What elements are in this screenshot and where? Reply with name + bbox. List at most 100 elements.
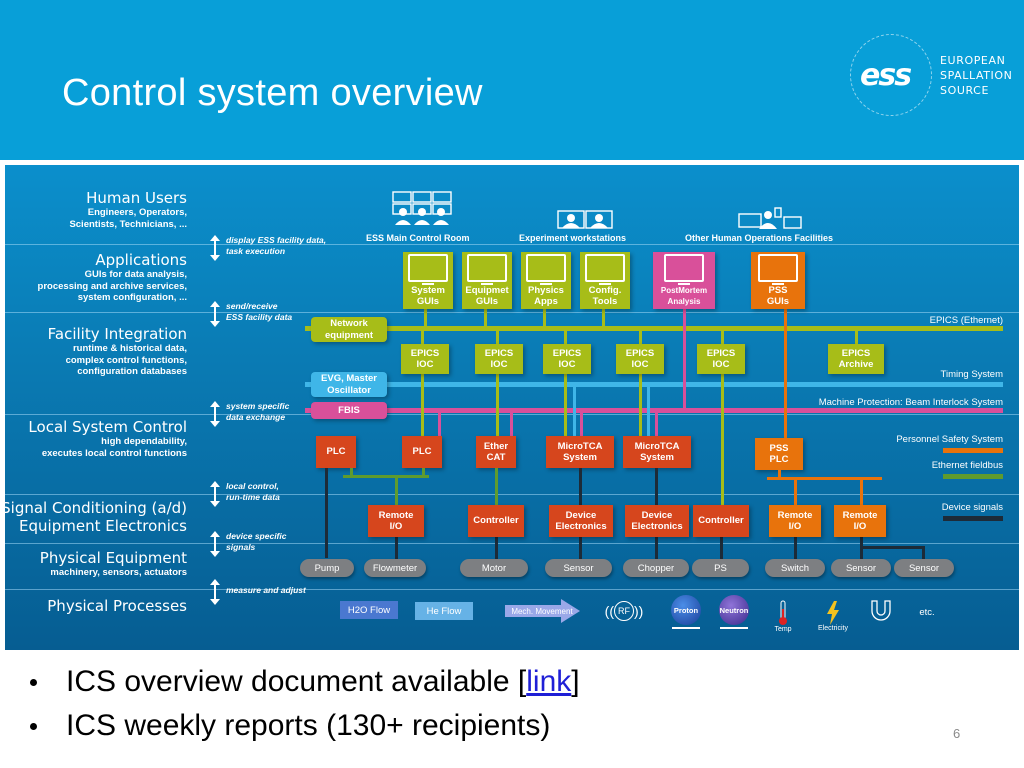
legend-swatch — [943, 448, 1003, 453]
network-equipment-node[interactable]: Network equipment — [311, 317, 387, 342]
layer-subtitle: runtime & historical data, — [72, 343, 187, 354]
equipment-switch[interactable]: Switch — [765, 559, 825, 577]
layer-subtitle: executes local control functions — [41, 447, 187, 459]
app-label: PSS — [768, 284, 788, 296]
layer-subtitle: machinery, sensors, actuators — [50, 567, 187, 578]
app-equipment-guis[interactable]: Equipmet GUIs — [462, 252, 512, 309]
overview-document-link[interactable]: link — [526, 665, 571, 699]
process-neutron: Neutron — [718, 595, 750, 629]
arrow-icon — [672, 627, 700, 629]
app-pss-guis[interactable]: PSS GUIs — [751, 252, 805, 309]
layer-subtitle: Engineers, Operators, — [87, 207, 187, 218]
process-rf: ((RF)) — [597, 596, 651, 626]
app-label: Equipmet — [465, 284, 509, 296]
electronics-remote-io[interactable]: Remote I/O — [834, 505, 886, 537]
equipment-ps[interactable]: PS — [692, 559, 749, 577]
epics-ioc[interactable]: EPICS IOC — [475, 344, 523, 374]
device-signal-line — [922, 546, 925, 559]
equipment-sensor[interactable]: Sensor — [894, 559, 954, 577]
electronics-label: Remote — [378, 509, 414, 521]
device-signal-line — [720, 537, 723, 559]
layer-facility-integration: Facility Integration runtime & historica… — [48, 325, 187, 378]
double-arrow-icon — [210, 481, 220, 507]
layer-separator — [5, 244, 1019, 245]
double-arrow-icon — [210, 235, 220, 261]
electronics-device[interactable]: Device Electronics — [625, 505, 689, 537]
equipment-motor[interactable]: Motor — [460, 559, 528, 577]
layer-subtitle: GUIs for data analysis, — [84, 269, 187, 280]
flow-text: display ESS facility data, — [226, 235, 327, 245]
controller-microtca[interactable]: MicroTCA System — [623, 436, 691, 468]
user-group-label: ESS Main Control Room — [366, 233, 470, 243]
equipment-chopper[interactable]: Chopper — [623, 559, 689, 577]
user-group-label: Experiment workstations — [519, 233, 627, 243]
evg-master-oscillator-node[interactable]: EVG, Master Oscillator — [311, 372, 387, 397]
epics-ioc[interactable]: EPICS IOC — [401, 344, 449, 374]
proton-icon: Proton — [671, 595, 701, 625]
controller-ethercat[interactable]: Ether CAT — [476, 436, 516, 468]
monitor-icon — [408, 253, 448, 285]
timing-system-bus — [305, 382, 1003, 387]
layer-separator — [5, 589, 1019, 590]
ioc-label: IOC — [490, 359, 508, 370]
electronics-device[interactable]: Device Electronics — [549, 505, 613, 537]
controller-label: MicroTCA — [557, 440, 603, 452]
double-arrow-icon — [210, 531, 220, 557]
flow-annotation: local control, run-time data — [210, 481, 280, 507]
app-postmortem-analysis[interactable]: PostMortem Analysis — [653, 252, 715, 309]
fieldbus-line — [395, 475, 398, 505]
layer-title: Physical Equipment — [39, 549, 187, 567]
equipment-sensor[interactable]: Sensor — [545, 559, 612, 577]
equipment-flowmeter[interactable]: Flowmeter — [364, 559, 426, 577]
controller-label: Ether — [483, 440, 509, 452]
user-group-label: Other Human Operations Facilities — [685, 233, 834, 243]
controller-microtca[interactable]: MicroTCA System — [546, 436, 614, 468]
bullet-icon — [30, 722, 37, 730]
ioc-label: IOC — [416, 359, 434, 370]
legend-beam-interlock: Machine Protection: Beam Interlock Syste… — [818, 397, 1003, 408]
electronics-controller[interactable]: Controller — [468, 505, 524, 537]
epics-ioc[interactable]: EPICS IOC — [543, 344, 591, 374]
fbis-node[interactable]: FBIS — [311, 402, 387, 419]
node-label: FBIS — [338, 404, 360, 416]
electronics-label: Remote — [842, 509, 878, 521]
controller-plc[interactable]: PLC — [316, 436, 356, 468]
epics-ioc[interactable]: EPICS IOC — [697, 344, 745, 374]
app-config-tools[interactable]: Config. Tools — [580, 252, 630, 309]
controller-pss-plc[interactable]: PSS PLC — [755, 438, 803, 470]
bullet-item: ICS overview document available [link] — [30, 660, 580, 704]
double-arrow-icon — [210, 401, 220, 427]
layer-title: Physical Processes — [47, 597, 187, 615]
flow-text: system specific — [226, 401, 290, 411]
process-proton: Proton — [670, 595, 702, 629]
layer-title: Signal Conditioning (a/d) — [5, 499, 187, 517]
legend-device-signals: Device signals — [941, 502, 1003, 513]
app-label: PostMortem — [660, 285, 708, 295]
epics-archive[interactable]: EPICS Archive — [828, 344, 884, 374]
app-system-guis[interactable]: System GUIs — [403, 252, 453, 309]
pss-line — [794, 477, 797, 505]
flow-text: measure and adjust — [226, 585, 306, 595]
electronics-remote-io[interactable]: Remote I/O — [368, 505, 424, 537]
thermometer-icon — [779, 600, 787, 625]
ess-logo: ess EUROPEAN SPALLATION SOURCE — [846, 32, 1016, 122]
epics-ioc[interactable]: EPICS IOC — [616, 344, 664, 374]
electronics-controller[interactable]: Controller — [693, 505, 749, 537]
controller-plc[interactable]: PLC — [402, 436, 442, 468]
ioc-label: EPICS — [625, 347, 655, 359]
controller-label: PLC — [769, 454, 789, 465]
equipment-sensor[interactable]: Sensor — [831, 559, 891, 577]
electronics-remote-io[interactable]: Remote I/O — [769, 505, 821, 537]
flow-text: local control, — [226, 481, 279, 491]
analysis-monitor-icon — [664, 253, 704, 285]
flow-text: ESS facility data — [226, 312, 293, 322]
app-physics-apps[interactable]: Physics Apps — [521, 252, 571, 309]
app-label: GUIs — [416, 296, 440, 307]
neutron-icon: Neutron — [719, 595, 749, 625]
process-etc: etc. — [919, 606, 935, 618]
equipment-pump[interactable]: Pump — [300, 559, 354, 577]
process-label: RF — [614, 601, 634, 621]
ioc-label: EPICS — [841, 347, 871, 359]
app-label: System — [411, 284, 445, 296]
arrow-icon — [720, 627, 748, 629]
